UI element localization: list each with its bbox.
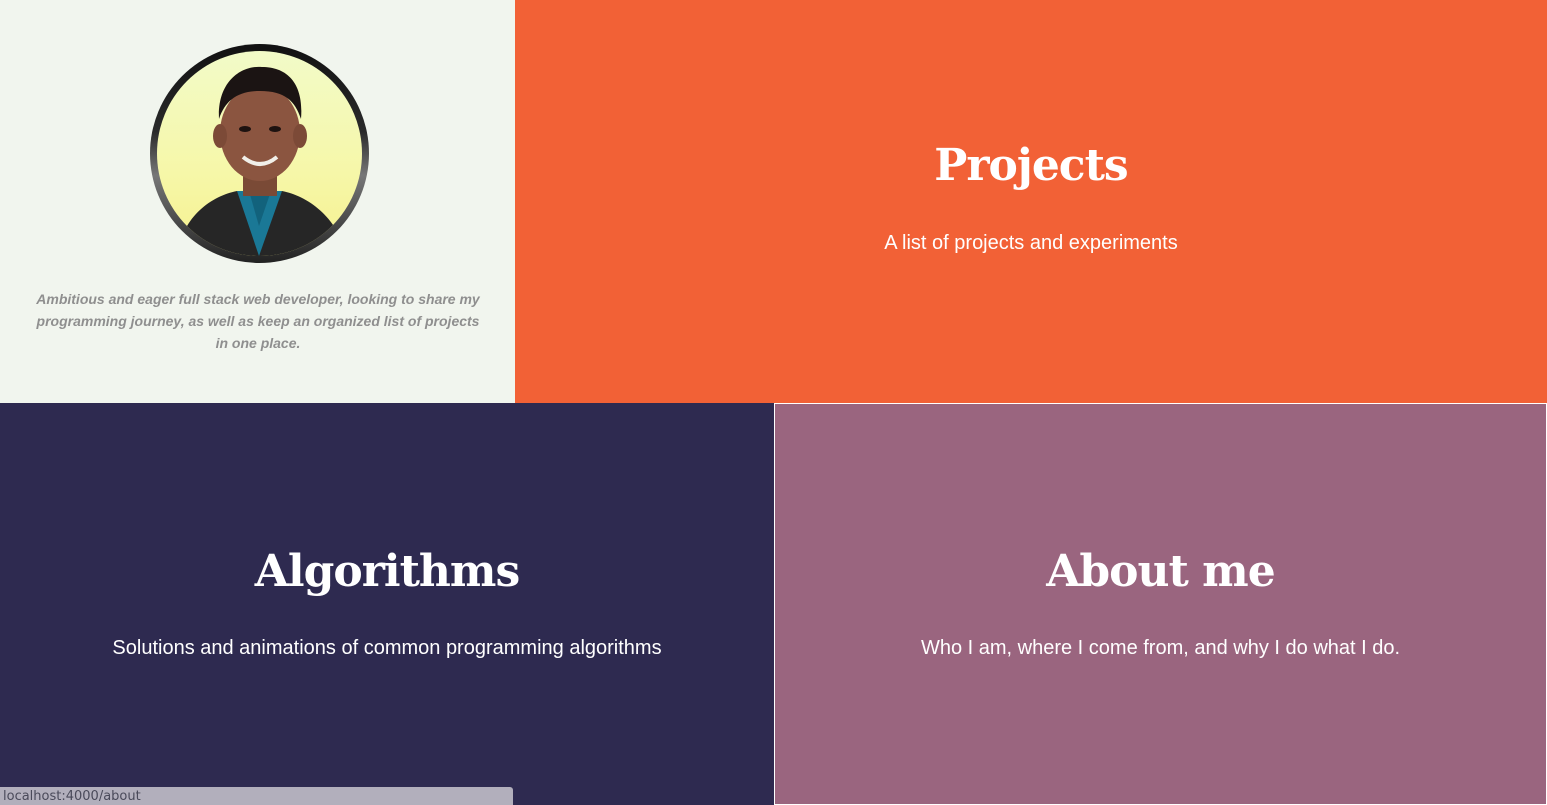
about-title: About me	[1046, 546, 1275, 597]
bio-text: Ambitious and eager full stack web devel…	[36, 291, 480, 351]
avatar-portrait-image	[177, 66, 347, 256]
avatar-frame	[150, 44, 369, 263]
algorithms-subtitle: Solutions and animations of common progr…	[112, 637, 662, 659]
projects-tile[interactable]: Projects A list of projects and experime…	[515, 0, 1547, 403]
page: Ambitious and eager full stack web devel…	[0, 0, 1547, 805]
avatar	[157, 51, 362, 256]
projects-title: Projects	[934, 140, 1128, 191]
projects-subtitle: A list of projects and experiments	[884, 232, 1178, 254]
profile-panel: Ambitious and eager full stack web devel…	[0, 0, 515, 403]
about-tile[interactable]: About me Who I am, where I come from, an…	[774, 403, 1547, 805]
algorithms-tile[interactable]: Algorithms Solutions and animations of c…	[0, 403, 774, 805]
link-status-bar: localhost:4000/about	[0, 787, 513, 805]
about-subtitle: Who I am, where I come from, and why I d…	[920, 637, 1401, 659]
algorithms-title: Algorithms	[254, 546, 521, 597]
